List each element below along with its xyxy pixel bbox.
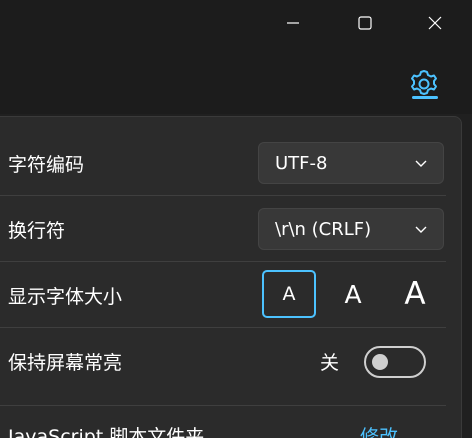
- line-ending-label: 换行符: [8, 219, 66, 242]
- divider: [0, 405, 446, 406]
- script-folder-row: JavaScript 脚本文件夹 修改: [0, 410, 446, 438]
- encoding-dropdown[interactable]: UTF-8: [258, 142, 444, 184]
- maximize-button[interactable]: [342, 0, 388, 46]
- font-size-large-option[interactable]: A: [388, 270, 442, 318]
- font-size-row: 显示字体大小 A A A: [0, 262, 446, 328]
- script-folder-change-link[interactable]: 修改: [360, 422, 398, 438]
- close-icon: [428, 16, 442, 30]
- minimize-button[interactable]: [270, 0, 316, 46]
- maximize-icon: [358, 16, 372, 30]
- font-size-medium-option[interactable]: A: [326, 270, 380, 318]
- toggle-knob: [372, 354, 388, 370]
- font-size-label: 显示字体大小: [8, 285, 123, 308]
- keep-awake-state: 关: [320, 352, 340, 374]
- encoding-label: 字符编码: [8, 153, 85, 176]
- keep-awake-label: 保持屏幕常亮: [8, 351, 123, 374]
- line-ending-row: 换行符 \r\n (CRLF): [0, 196, 446, 262]
- settings-active-indicator: [412, 96, 438, 99]
- keep-awake-row: 保持屏幕常亮 关: [0, 328, 446, 394]
- line-ending-dropdown[interactable]: \r\n (CRLF): [258, 208, 444, 250]
- chevron-down-icon: [415, 160, 427, 167]
- script-folder-label: JavaScript 脚本文件夹: [8, 426, 205, 438]
- minimize-icon: [287, 22, 299, 24]
- chevron-down-icon: [415, 226, 427, 233]
- settings-button[interactable]: [402, 62, 446, 106]
- line-ending-value: \r\n (CRLF): [275, 218, 372, 240]
- keep-awake-toggle[interactable]: [364, 346, 426, 378]
- title-bar: [0, 0, 472, 46]
- close-button[interactable]: [412, 0, 458, 46]
- font-size-small-option[interactable]: A: [262, 270, 316, 318]
- toolbar: [0, 46, 472, 114]
- encoding-value: UTF-8: [275, 152, 328, 174]
- encoding-row: 字符编码 UTF-8: [0, 130, 446, 196]
